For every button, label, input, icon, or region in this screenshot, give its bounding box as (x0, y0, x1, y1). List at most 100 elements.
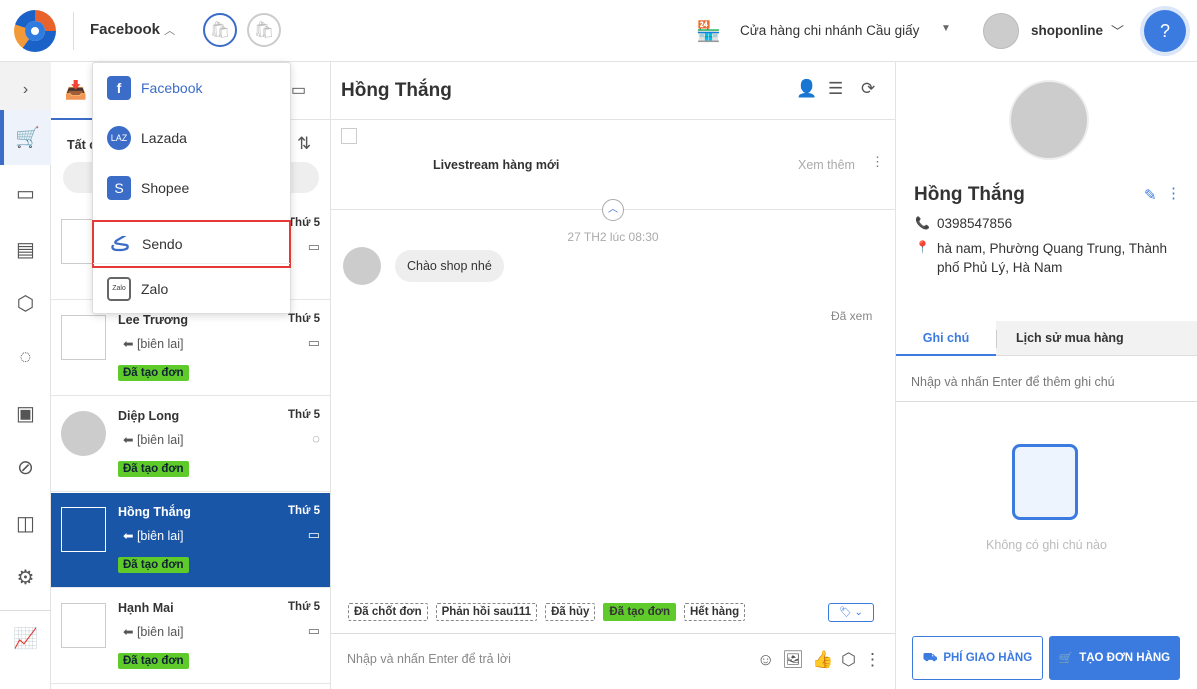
phone-icon: 📞 (915, 216, 930, 230)
shipping-icon: ⛟ (922, 651, 938, 664)
see-more-link[interactable]: Xem thêm (798, 158, 855, 172)
refresh-icon[interactable]: ⟳ (861, 79, 875, 99)
conversation-item[interactable]: Diệp Long Thứ 5 ⬅ [biên lai] ◌ Đã tạo đơn (51, 397, 330, 492)
user-icon[interactable]: 👤 (796, 79, 817, 99)
gear-icon[interactable]: ⚙ (0, 550, 51, 605)
channel-selector[interactable]: Facebook ︿ (90, 21, 175, 38)
location-icon: 📍 (915, 240, 930, 254)
edit-icon[interactable]: ✎ (1144, 186, 1157, 204)
create-order-label: TẠO ĐƠN HÀNG (1079, 652, 1171, 664)
tag-active[interactable]: Đã tạo đơn (603, 603, 676, 621)
option-shopee[interactable]: S Shopee (93, 163, 290, 213)
preview: ⬅ [biên lai] (123, 337, 184, 351)
tag-dropdown[interactable]: 🏷 ⌄ (828, 603, 874, 622)
block-icon[interactable]: ⊘ (0, 440, 51, 495)
customer-avatar (1009, 80, 1089, 160)
divider (73, 12, 74, 50)
name: Diệp Long (118, 409, 180, 423)
tab-notes[interactable]: Ghi chú (896, 321, 996, 356)
collapse-icon[interactable]: ︿ (602, 199, 624, 221)
image-icon[interactable]: 🖼 (782, 650, 812, 669)
conversation-item-selected[interactable]: Hồng Thắng Thứ 5 ⬅ [biên lai] ▭ Đã tạo đơn (51, 493, 330, 588)
left-sidebar: › 🛒 ▭ ▤ ⬡ ◌ ▣ ⊘ ◫ ⚙ 📈 (0, 62, 51, 689)
cart-icon[interactable]: 🛒 (0, 110, 51, 165)
bot-icon[interactable]: ◫ (0, 496, 51, 551)
reply-input[interactable]: Nhập và nhấn Enter để trả lời (347, 652, 511, 666)
seen-status: Đã xem (831, 309, 873, 323)
product-search-icon[interactable]: ⬡ (841, 650, 864, 669)
option-lazada[interactable]: LAZ Lazada (93, 113, 290, 163)
post-title: Livestream hàng mới (433, 158, 560, 172)
chat-panel: Hồng Thắng 👤 ☰ ⟳ Livestream hàng mới Xem… (331, 62, 896, 689)
shopee-icon: S (107, 176, 131, 200)
post-card: Livestream hàng mới Xem thêm ⋮ (331, 120, 895, 210)
day: Thứ 5 (288, 505, 320, 517)
create-order-button[interactable]: 🛒 TẠO ĐƠN HÀNG (1049, 636, 1180, 680)
caret-down-icon[interactable]: ▼ (941, 23, 951, 34)
conversation-item[interactable]: Lee Trương Thứ 5 ⬅ [biên lai] ▭ Đã tạo đơn (51, 301, 330, 396)
customer-address: hà nam, Phường Quang Trung, Thành phố Ph… (937, 241, 1168, 275)
shop-icon[interactable]: 🛍 (247, 13, 281, 47)
day: Thứ 5 (288, 409, 320, 421)
chart-icon[interactable]: 📈 (0, 610, 51, 665)
cart-icon: 🛒 (1058, 653, 1074, 665)
tag[interactable]: Đã hủy (545, 603, 596, 621)
box-icon[interactable]: ⬡ (0, 276, 51, 331)
status-badge: Đã tạo đơn (118, 365, 189, 381)
day: Thứ 5 (288, 217, 320, 229)
empty-notes-text: Không có ghi chú nào (986, 538, 1107, 552)
divider (331, 633, 895, 634)
name: Hồng Thắng (118, 505, 191, 519)
messenger-icon[interactable]: ◌ (0, 330, 51, 385)
message-bubble: Chào shop nhé (395, 250, 504, 282)
video-tab-icon[interactable]: ▭ (291, 80, 306, 100)
channel-dropdown: f Facebook LAZ Lazada S Shopee ڪ Sendo Zalo Z… (92, 62, 291, 314)
more-icon[interactable]: ⋮ (871, 154, 884, 170)
divider (896, 401, 1197, 402)
tag[interactable]: Đã chốt đơn (348, 603, 428, 621)
preview: ⬅ [biên lai] (123, 625, 184, 639)
note-icon[interactable]: ▤ (0, 222, 51, 277)
tab-purchase-history[interactable]: Lịch sử mua hàng (1016, 321, 1124, 356)
user-avatar[interactable] (983, 13, 1019, 49)
more-icon[interactable]: ⋮ (1166, 184, 1181, 202)
note-input[interactable]: Nhập và nhấn Enter để thêm ghi chú (911, 375, 1115, 389)
avatar (61, 411, 106, 456)
customer-name: Hồng Thắng (914, 184, 1025, 205)
input-tools: ☺🖼👍⬡⋮ (757, 650, 889, 670)
lazada-icon: LAZ (107, 126, 131, 150)
option-zalo[interactable]: Zalo Zalo (93, 263, 290, 313)
facebook-icon: f (107, 76, 131, 100)
status-badge: Đã tạo đơn (118, 461, 189, 477)
message-date: 27 TH2 lúc 08:30 (567, 230, 659, 244)
more-icon[interactable]: ⋮ (864, 650, 889, 669)
sort-icon[interactable]: ⇅ (297, 134, 311, 154)
tag[interactable]: Hết hàng (684, 603, 746, 621)
user-name[interactable]: shoponline (1031, 23, 1103, 38)
tag[interactable]: Phản hồi sau111 (435, 603, 538, 621)
day: Thứ 5 (288, 601, 320, 613)
video-icon[interactable]: ▭ (0, 166, 51, 221)
preview: ⬅ [biên lai] (123, 433, 184, 447)
chat-title: Hồng Thắng (341, 80, 452, 101)
option-facebook[interactable]: f Facebook (93, 63, 290, 113)
contact-card-icon[interactable]: ▣ (0, 386, 51, 441)
expand-icon[interactable]: › (0, 62, 51, 117)
top-bar: Facebook ︿ 🛍 🛍 🏪 Cửa hàng chi nhánh Cầu … (0, 0, 1197, 62)
chevron-down-icon[interactable]: ﹀ (1111, 21, 1124, 40)
conversation-item[interactable]: Hạnh Mai Thứ 5 ⬅ [biên lai] ▭ Đã tạo đơn (51, 589, 330, 684)
comment-icon: ▭ (307, 239, 320, 254)
status-badge: Đã tạo đơn (118, 557, 189, 573)
sendo-icon: ڪ (110, 233, 130, 254)
store-selector[interactable]: Cửa hàng chi nhánh Cầu giấy (740, 23, 919, 38)
shipping-fee-button[interactable]: ⛟ PHÍ GIAO HÀNG (912, 636, 1043, 680)
shop-icon-active[interactable]: 🛍 (203, 13, 237, 47)
list-icon[interactable]: ☰ (828, 79, 843, 99)
avatar (61, 603, 106, 648)
like-icon[interactable]: 👍 (812, 650, 841, 669)
help-chat-icon[interactable]: ? (1144, 10, 1186, 52)
emoji-icon[interactable]: ☺ (757, 650, 782, 669)
name: Lee Trương (118, 313, 189, 327)
avatar (61, 315, 106, 360)
option-sendo[interactable]: ڪ Sendo (92, 220, 291, 268)
